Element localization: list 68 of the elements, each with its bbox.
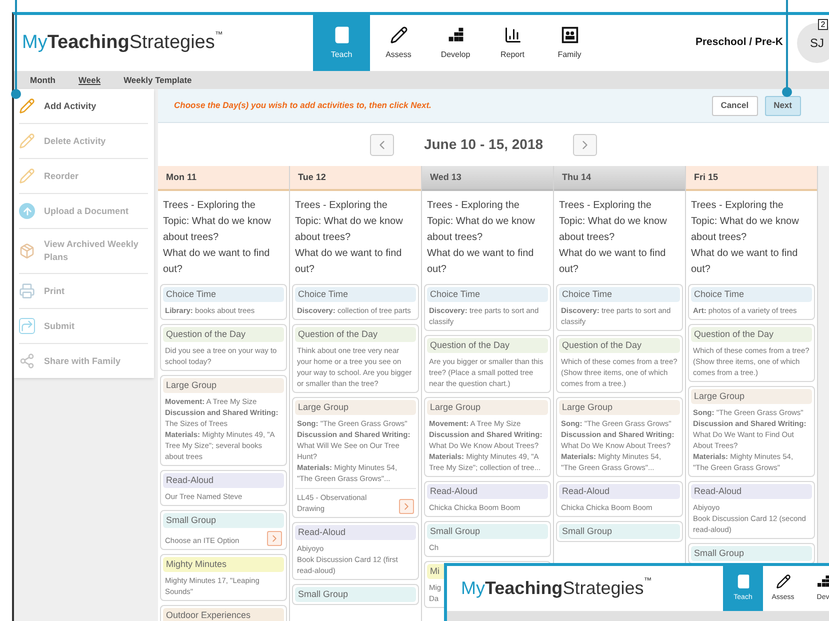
action-button[interactable]: Cancel <box>712 96 758 116</box>
activity-title: Choice Time <box>427 287 548 302</box>
logo: MyTeachingStrategies™ <box>22 28 223 55</box>
pencil-icon <box>19 168 35 184</box>
activity-title: Outdoor Experiences <box>163 608 284 621</box>
activity-title: Small Group <box>427 524 548 539</box>
activity-title: Read-Aloud <box>427 484 548 499</box>
pencil-icon <box>19 133 35 149</box>
topic-text: What do we want to find out? <box>163 247 271 277</box>
day-header[interactable]: Thu 14 <box>554 166 685 191</box>
activity-title: Large Group <box>559 400 680 415</box>
box-icon <box>19 243 35 259</box>
activity-title: Read-Aloud <box>163 473 284 488</box>
printer-icon <box>19 283 35 299</box>
activity-title: Large Group <box>295 400 416 415</box>
topic-text: What do we want to find out? <box>427 247 535 277</box>
activity-title: Small Group <box>163 513 284 528</box>
activity-title: Read-Aloud <box>691 484 812 499</box>
family-icon <box>560 26 578 44</box>
activity-title: Read-Aloud <box>559 484 680 499</box>
activity-title: Mighty Minutes <box>163 557 284 572</box>
activity-title: Question of the Day <box>427 338 548 353</box>
day-column[interactable] <box>290 166 422 621</box>
activity-title: Read-Aloud <box>295 525 416 540</box>
day-column[interactable] <box>158 166 290 621</box>
nav-tab[interactable]: Teach <box>313 15 370 71</box>
week-title: June 10 - 15, 2018 <box>424 135 544 154</box>
share-icon <box>19 353 35 369</box>
day-header[interactable]: Fri 15 <box>686 166 817 191</box>
topic-text: What do we want to find out? <box>295 247 403 277</box>
instruction-text: Choose the Day(s) you wish to add activities to, then click Next. <box>174 99 432 112</box>
topic-text: What do we want to find out? <box>691 247 799 277</box>
activity-title: Choice Time <box>691 287 812 302</box>
subnav-tab[interactable]: Month <box>30 74 56 86</box>
activity-title: Question of the Day <box>691 327 812 342</box>
topic-text: What do we want to find out? <box>559 247 667 277</box>
activity-title: Large Group <box>691 389 812 404</box>
activity-title: Question of the Day <box>163 327 284 342</box>
topic-text: Trees - Exploring the Topic: What do we know about trees? <box>691 199 800 245</box>
activity-title: Choice Time <box>559 287 680 302</box>
day-header[interactable]: Tue 12 <box>290 166 421 191</box>
activity-title: Question of the Day <box>295 327 416 342</box>
topic-text: Trees - Exploring the Topic: What do we know about trees? <box>163 199 272 245</box>
activity-title: Choice Time <box>295 287 416 302</box>
program-label: Preschool / Pre-K <box>695 35 783 50</box>
activity-card[interactable]: Outdoor Experiences <box>160 605 287 621</box>
pencil-icon <box>776 574 790 589</box>
blocks-icon <box>816 574 829 589</box>
day-header[interactable]: Wed 13 <box>422 166 553 191</box>
activity-title: Large Group <box>427 400 548 415</box>
subnav-tab[interactable]: Week <box>78 74 101 86</box>
forward-icon <box>19 318 35 334</box>
activity-title: Choice Time <box>163 287 284 302</box>
topic-text: Trees - Exploring the Topic: What do we know about trees? <box>427 199 536 245</box>
topic-text: Trees - Exploring the Topic: What do we know about trees? <box>559 199 668 245</box>
notification-badge: 2 <box>818 19 828 30</box>
upload-icon <box>19 203 35 219</box>
topic-text: Trees - Exploring the Topic: What do we know about trees? <box>295 199 404 245</box>
pencil-icon <box>390 26 408 44</box>
activity-title: Question of the Day <box>559 338 680 353</box>
activity-title: Large Group <box>163 378 284 393</box>
subnav-tab[interactable]: Weekly Template <box>124 74 192 86</box>
bar-chart-icon <box>504 26 522 44</box>
action-button[interactable]: Next <box>764 96 801 116</box>
sidebar-item[interactable]: Add Activity <box>19 89 148 124</box>
day-header[interactable]: Mon 11 <box>158 166 289 191</box>
pencil-icon <box>19 98 35 114</box>
blocks-icon <box>446 26 464 44</box>
